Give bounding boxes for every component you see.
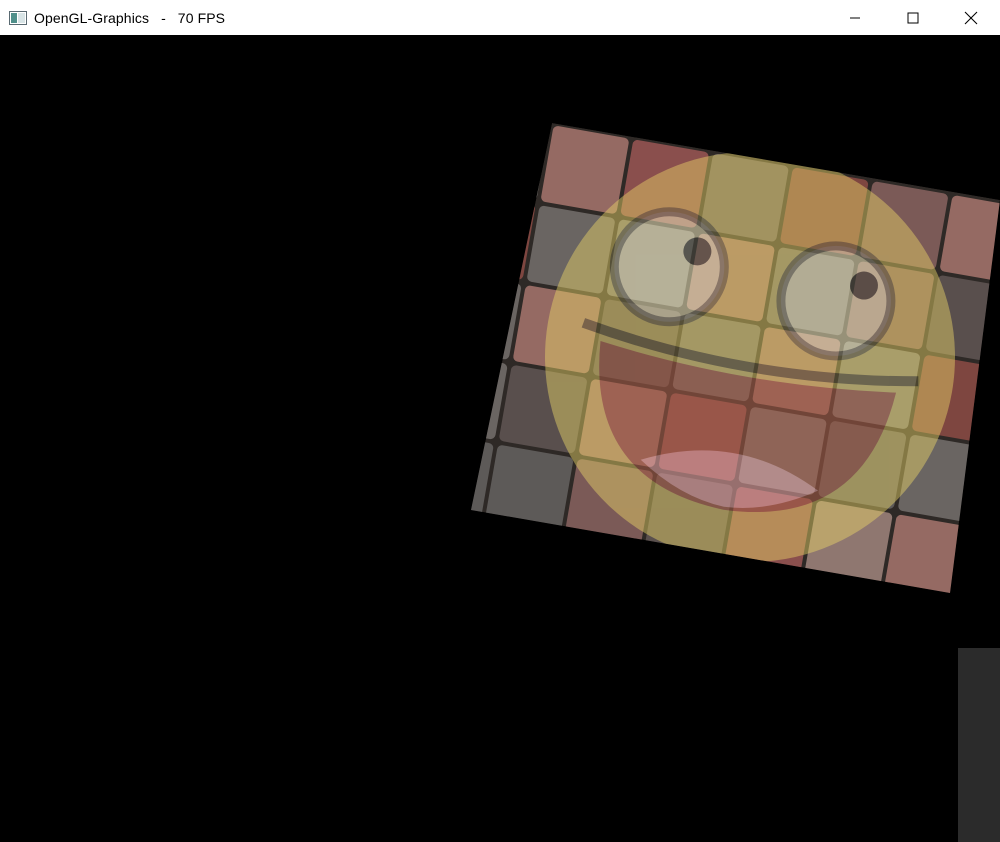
maximize-button[interactable] [884, 0, 942, 35]
window-title: OpenGL-Graphics - 70 FPS [34, 9, 226, 26]
close-icon [964, 11, 978, 24]
paver-tile [992, 369, 1000, 457]
paver-tile [634, 123, 723, 148]
paver-tile [790, 580, 879, 593]
paver-tile [471, 351, 508, 440]
paver-tile [714, 123, 803, 162]
paver-tile [541, 126, 629, 214]
paver-tile [870, 594, 959, 683]
paver-tile [471, 511, 480, 593]
paver-tile [471, 525, 560, 593]
opengl-window: OpenGL-Graphics - 70 FPS [0, 0, 1000, 842]
paver-tile [471, 123, 549, 200]
paver-tile [377, 590, 466, 679]
minimize-button[interactable] [826, 0, 884, 35]
paver-tile [964, 528, 1000, 593]
paver-tile [616, 632, 705, 721]
window-app-icon [9, 10, 27, 25]
close-button[interactable] [942, 0, 1000, 35]
paver-tile [471, 431, 494, 519]
paver-tile [710, 566, 799, 593]
paver-tile [856, 674, 945, 763]
paver-tile [696, 646, 785, 735]
maximize-icon [907, 12, 919, 23]
paver-tile [457, 604, 546, 693]
paver-tile [978, 449, 1000, 537]
render-viewport[interactable] [0, 35, 1000, 842]
paver-tile [631, 552, 719, 593]
paver-tile [471, 271, 522, 360]
minimize-icon [850, 17, 860, 18]
paver-tile [794, 123, 883, 176]
paver-tile [776, 660, 865, 749]
paver-tile [537, 618, 626, 707]
paver-tile [551, 538, 639, 593]
paver-tile [884, 514, 972, 593]
paver-tile [954, 123, 1000, 204]
paver-tile [555, 123, 643, 134]
paver-tile [485, 445, 573, 533]
edge-panel [958, 648, 1000, 842]
textured-quad [377, 35, 1000, 763]
window-controls [826, 0, 1000, 35]
paver-tile [471, 191, 535, 280]
paver-tile [475, 35, 564, 121]
paver-tile [874, 123, 962, 190]
title-bar[interactable]: OpenGL-Graphics - 70 FPS [0, 0, 1000, 35]
